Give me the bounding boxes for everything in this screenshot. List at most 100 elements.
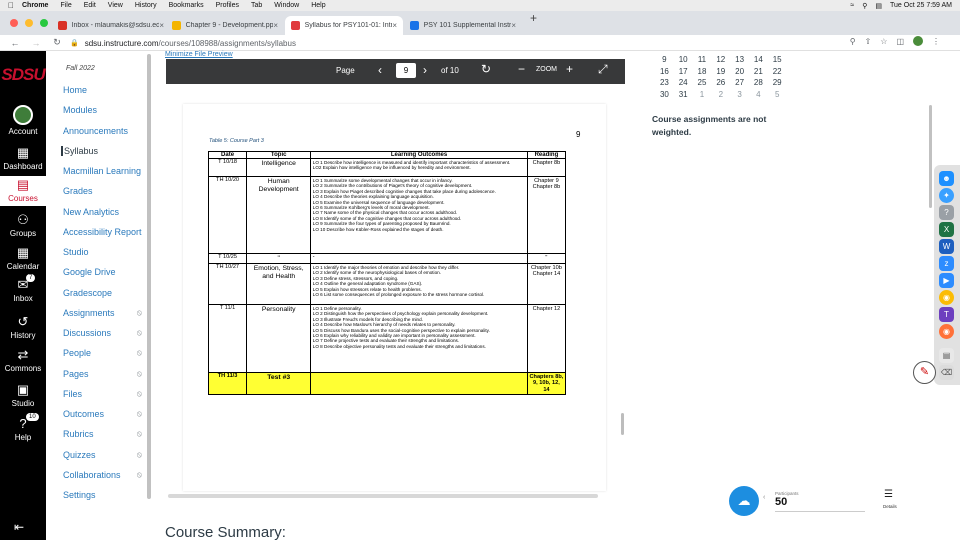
close-window-button[interactable]: [10, 19, 18, 27]
forward-arrow-icon[interactable]: →: [30, 38, 42, 48]
course-nav-syllabus[interactable]: Syllabus: [61, 145, 145, 156]
apple-menu-icon[interactable]: : [0, 1, 22, 10]
menu-item-chrome[interactable]: Chrome: [22, 2, 48, 9]
tab-2[interactable]: Syllabus for PSY101-01: Intro...×: [285, 16, 403, 35]
fullscreen-icon[interactable]: ⤢: [598, 62, 608, 77]
calendar-day[interactable]: 16: [655, 67, 674, 76]
collapse-arrow-icon[interactable]: ‹: [763, 494, 765, 501]
calendar-day[interactable]: 19: [711, 67, 730, 76]
calendar-day[interactable]: 27: [730, 78, 749, 87]
global-nav-history[interactable]: ↺ History: [0, 313, 46, 343]
menu-item-bookmarks[interactable]: Bookmarks: [169, 2, 204, 9]
collapse-nav-icon[interactable]: ⇤: [14, 520, 24, 534]
pdf-vertical-scrollbar[interactable]: [621, 413, 624, 435]
zoom-cloud-icon[interactable]: ☁: [729, 486, 759, 516]
global-nav-courses[interactable]: ▤ Courses: [0, 176, 46, 206]
global-nav-studio[interactable]: ▣ Studio: [0, 381, 46, 411]
calendar-day[interactable]: 29: [768, 78, 787, 87]
course-nav-discussions[interactable]: Discussions ⦸: [62, 328, 146, 338]
calendar-day[interactable]: 30: [655, 90, 674, 99]
tab-close-icon[interactable]: ×: [273, 21, 278, 30]
tab-close-icon[interactable]: ×: [392, 21, 397, 30]
calendar-day[interactable]: 3: [730, 90, 749, 99]
menu-item-edit[interactable]: Edit: [84, 2, 96, 9]
calendar-day[interactable]: 28: [749, 78, 768, 87]
calendar-day[interactable]: 24: [674, 78, 693, 87]
menu-item-profiles[interactable]: Profiles: [216, 2, 239, 9]
sdsu-logo[interactable]: SDSU: [0, 65, 46, 85]
tab-1[interactable]: Chapter 9 - Development.pptx ×: [166, 16, 284, 35]
menu-item-tab[interactable]: Tab: [251, 2, 262, 9]
course-nav-macmillan-learning[interactable]: Macmillan Learning: [62, 166, 146, 176]
share-icon[interactable]: ⇧: [865, 37, 872, 46]
back-arrow-icon[interactable]: ←: [9, 38, 21, 48]
course-nav-people[interactable]: People ⦸: [62, 348, 146, 358]
calendar-day[interactable]: 2: [711, 90, 730, 99]
global-nav-inbox[interactable]: ✉ 7 Inbox: [0, 274, 46, 306]
course-nav-home[interactable]: Home: [62, 85, 146, 95]
zoom-window-button[interactable]: [40, 19, 48, 27]
calendar-day[interactable]: 15: [768, 55, 787, 64]
calendar-day[interactable]: 10: [674, 55, 693, 64]
course-nav-outcomes[interactable]: Outcomes ⦸: [62, 409, 146, 419]
help-icon[interactable]: ?: [939, 205, 954, 220]
new-tab-button[interactable]: +: [530, 11, 537, 25]
calendar-day[interactable]: 31: [674, 90, 693, 99]
minimize-file-preview-link[interactable]: Minimize File Preview: [165, 51, 233, 58]
tab-3[interactable]: PSY 101 Supplemental Instruct...×: [404, 16, 522, 35]
course-nav-rubrics[interactable]: Rubrics ⦸: [62, 429, 146, 439]
calendar-day[interactable]: 5: [768, 90, 787, 99]
calendar-day[interactable]: 22: [768, 67, 787, 76]
more-menu-icon[interactable]: ⋮: [932, 37, 940, 46]
calendar-day[interactable]: 9: [655, 55, 674, 64]
calendar-day[interactable]: 20: [730, 67, 749, 76]
menubar-datetime[interactable]: Tue Oct 25 7:59 AM: [890, 2, 952, 9]
page-number-input[interactable]: 9: [396, 63, 416, 78]
document-icon[interactable]: ▤: [939, 348, 954, 363]
course-nav-gradescope[interactable]: Gradescope: [62, 288, 146, 298]
page-scrollbar[interactable]: [929, 105, 932, 208]
course-nav-new-analytics[interactable]: New Analytics: [62, 207, 146, 217]
firefox-icon[interactable]: ◉: [939, 324, 954, 339]
calendar-day[interactable]: 11: [693, 55, 712, 64]
calendar-day[interactable]: 13: [730, 55, 749, 64]
rotate-icon[interactable]: ↻: [481, 62, 491, 76]
tab-close-icon[interactable]: ×: [159, 21, 164, 30]
reload-icon[interactable]: ↻: [51, 37, 63, 48]
calendar-day[interactable]: 17: [674, 67, 693, 76]
calendar-day[interactable]: 12: [711, 55, 730, 64]
global-nav-commons[interactable]: ⇄ Commons: [0, 346, 46, 376]
course-nav-quizzes[interactable]: Quizzes ⦸: [62, 450, 146, 460]
video-icon[interactable]: ▶: [939, 273, 954, 288]
zoom-in-icon[interactable]: +: [566, 62, 573, 76]
teams-icon[interactable]: T: [939, 307, 954, 322]
calendar-day[interactable]: 25: [693, 78, 712, 87]
calendar-day[interactable]: 21: [749, 67, 768, 76]
menu-item-window[interactable]: Window: [274, 2, 299, 9]
course-nav-studio[interactable]: Studio: [62, 247, 146, 257]
trash-icon[interactable]: ⌫: [939, 365, 954, 380]
minimize-window-button[interactable]: [25, 19, 33, 27]
address-bar[interactable]: 🔒 sdsu.instructure.com/courses/108988/as…: [70, 36, 296, 50]
global-nav-calendar[interactable]: ▦ Calendar: [0, 244, 46, 274]
menu-item-help[interactable]: Help: [311, 2, 325, 9]
tab-0[interactable]: Inbox - mlaumakis@sdsu.edu ×: [52, 16, 170, 35]
tab-close-icon[interactable]: ×: [511, 21, 516, 30]
menu-item-view[interactable]: View: [108, 2, 123, 9]
global-nav-help[interactable]: ? 10 Help: [0, 413, 46, 445]
calendar-day[interactable]: 18: [693, 67, 712, 76]
global-nav-account[interactable]: Account: [0, 103, 46, 136]
details-icon[interactable]: ☰: [884, 489, 893, 500]
annotate-pencil-icon[interactable]: ✎: [913, 361, 936, 384]
course-nav-pages[interactable]: Pages ⦸: [62, 369, 146, 379]
calendar-day[interactable]: 4: [749, 90, 768, 99]
excel-icon[interactable]: X: [939, 222, 954, 237]
next-page-icon[interactable]: ›: [423, 63, 427, 77]
course-nav-modules[interactable]: Modules: [62, 105, 146, 115]
search-icon[interactable]: ⚲: [862, 2, 867, 10]
finder-icon[interactable]: ☻: [939, 171, 954, 186]
menu-item-history[interactable]: History: [135, 2, 157, 9]
word-icon[interactable]: W: [939, 239, 954, 254]
course-nav-settings[interactable]: Settings: [62, 490, 146, 500]
calendar-day[interactable]: 23: [655, 78, 674, 87]
